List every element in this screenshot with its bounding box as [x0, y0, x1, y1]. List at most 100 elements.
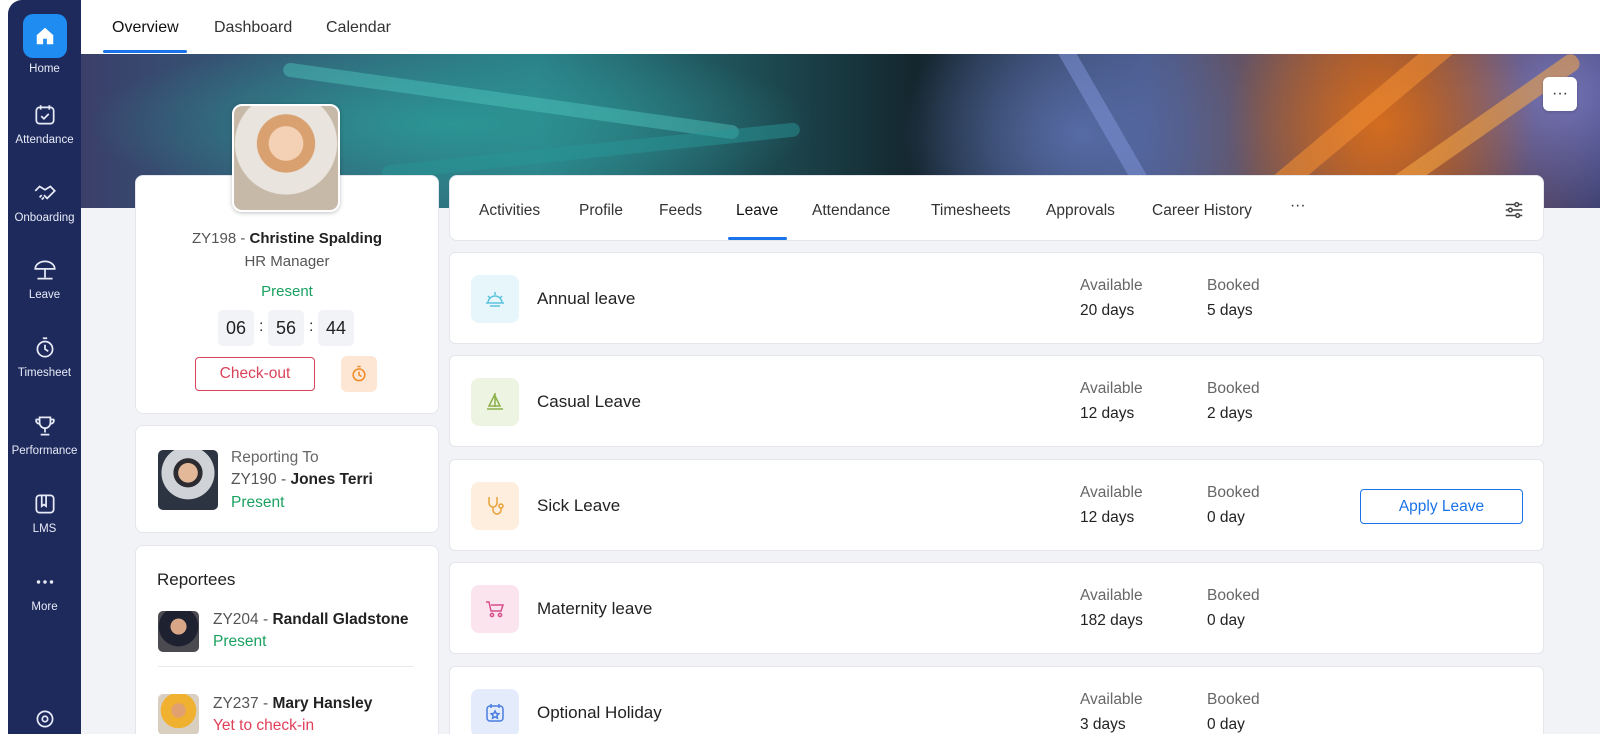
reportee-status: Present — [213, 633, 267, 650]
reportee-emp-id: ZY204 — [213, 611, 259, 628]
sidebar-item-label: Attendance — [15, 134, 74, 146]
sidebar-item-label: Performance — [11, 445, 78, 457]
reporting-title: Reporting To — [231, 449, 319, 466]
calendar-check-icon — [34, 105, 55, 125]
leave-type-name: Casual Leave — [537, 392, 641, 411]
profile-status: Present — [261, 283, 313, 300]
reportee-name: Mary Hansley — [272, 695, 373, 712]
booked-label: Booked — [1207, 380, 1260, 397]
reportee-name-line[interactable]: ZY204 - Randall Gladstone — [213, 611, 409, 629]
leave-type-name: Annual leave — [537, 289, 636, 308]
reportee-name-line[interactable]: ZY237 - Mary Hansley — [213, 695, 372, 713]
sidebar: Home Attendance Onboarding Leave Timeshe… — [8, 0, 81, 734]
sidebar-item-home[interactable]: Home — [8, 14, 81, 75]
tab-activities[interactable]: Activities — [479, 202, 540, 220]
profile-emp-id: ZY198 — [191, 230, 237, 247]
stopwatch-icon — [352, 365, 366, 382]
sidebar-item-attendance[interactable]: Attendance — [8, 102, 81, 146]
profile-role: HR Manager — [244, 253, 330, 270]
reportee-avatar — [158, 694, 199, 734]
tab-dashboard[interactable]: Dashboard — [214, 19, 292, 37]
active-tab-indicator — [103, 50, 187, 53]
sidebar-item-label: Onboarding — [14, 212, 75, 224]
available-value: 12 days — [1080, 509, 1135, 526]
reportee-name: Randall Gladstone — [272, 611, 409, 628]
reportees-title: Reportees — [157, 570, 236, 589]
timer-seconds: 44 — [318, 310, 354, 346]
leave-card-maternity: Maternity leave Available 182 days Booke… — [449, 562, 1544, 654]
reporting-name: Jones Terri — [290, 471, 373, 488]
sidebar-item-label: Leave — [28, 289, 61, 301]
booked-value: 2 days — [1207, 405, 1253, 422]
booked-value: 0 day — [1207, 509, 1245, 526]
sidebar-item-settings[interactable] — [8, 706, 81, 734]
profile-name-line: ZY198 - Christine Spalding — [191, 230, 383, 247]
timer-colon: : — [259, 318, 264, 335]
reporting-name-line: ZY190 - Jones Terri — [231, 471, 373, 488]
timer-button[interactable] — [341, 356, 377, 392]
manager-avatar — [158, 450, 218, 510]
booked-value: 5 days — [1207, 302, 1253, 319]
sidebar-item-onboarding[interactable]: Onboarding — [8, 180, 81, 224]
checkout-button[interactable]: Check-out — [195, 357, 315, 391]
sidebar-item-lms[interactable]: LMS — [8, 491, 81, 535]
booked-label: Booked — [1207, 691, 1260, 708]
booked-label: Booked — [1207, 587, 1260, 604]
timer-icon — [36, 337, 53, 358]
sailboat-icon — [471, 378, 519, 426]
available-label: Available — [1080, 277, 1143, 294]
leave-card-annual: Annual leave Available 20 days Booked 5 … — [449, 252, 1544, 344]
stroller-icon — [471, 585, 519, 633]
sidebar-item-more[interactable]: More — [8, 569, 81, 613]
available-value: 182 days — [1080, 612, 1143, 629]
tab-career-history[interactable]: Career History — [1152, 202, 1252, 220]
sidebar-item-timesheet[interactable]: Timesheet — [8, 335, 81, 379]
available-label: Available — [1080, 484, 1143, 501]
sidebar-item-performance[interactable]: Performance — [8, 413, 81, 457]
booked-value: 0 day — [1207, 612, 1245, 629]
reportee-status: Yet to check-in — [213, 717, 315, 734]
leave-card-casual: Casual Leave Available 12 days Booked 2 … — [449, 355, 1544, 447]
timer-colon: : — [309, 318, 314, 335]
booked-label: Booked — [1207, 277, 1260, 294]
home-icon — [22, 14, 67, 58]
top-tabs — [81, 0, 1600, 54]
profile-name: Christine Spalding — [249, 230, 383, 247]
sidebar-item-label: LMS — [32, 523, 57, 535]
timer-hours: 06 — [218, 310, 254, 346]
profile-avatar — [232, 104, 340, 212]
leave-card-optional: Optional Holiday Available 3 days Booked… — [449, 666, 1544, 734]
reportee-avatar — [158, 611, 199, 652]
tab-attendance[interactable]: Attendance — [812, 202, 890, 220]
sunrise-icon — [471, 275, 519, 323]
apply-leave-button[interactable]: Apply Leave — [1360, 489, 1523, 524]
beach-umbrella-icon — [33, 260, 56, 280]
banner-more-button[interactable]: ··· — [1543, 77, 1577, 111]
tab-approvals[interactable]: Approvals — [1046, 202, 1115, 220]
available-label: Available — [1080, 587, 1143, 604]
tab-calendar[interactable]: Calendar — [326, 19, 391, 37]
tab-profile[interactable]: Profile — [579, 202, 623, 220]
sidebar-item-leave[interactable]: Leave — [8, 257, 81, 301]
tab-overview[interactable]: Overview — [112, 19, 179, 37]
filter-sliders-icon[interactable] — [1503, 199, 1525, 221]
reporting-emp-id: ZY190 — [231, 471, 277, 488]
sidebar-item-label: Timesheet — [17, 367, 72, 379]
leave-type-name: Sick Leave — [537, 496, 621, 515]
tabs-more-button[interactable]: ··· — [1290, 197, 1306, 215]
available-value: 12 days — [1080, 405, 1135, 422]
tab-timesheets[interactable]: Timesheets — [931, 202, 1011, 220]
gear-timer-icon — [36, 710, 53, 728]
trophy-icon — [34, 416, 55, 436]
leave-card-sick: Sick Leave Available 12 days Booked 0 da… — [449, 459, 1544, 551]
tab-leave[interactable]: Leave — [736, 202, 778, 220]
reportee-emp-id: ZY237 — [213, 695, 259, 712]
leave-type-name: Optional Holiday — [537, 703, 662, 722]
more-dots-icon — [36, 580, 53, 584]
available-label: Available — [1080, 380, 1143, 397]
tab-feeds[interactable]: Feeds — [659, 202, 702, 220]
leave-type-name: Maternity leave — [537, 599, 653, 618]
available-value: 20 days — [1080, 302, 1135, 319]
booked-value: 0 day — [1207, 716, 1245, 733]
available-value: 3 days — [1080, 716, 1126, 733]
